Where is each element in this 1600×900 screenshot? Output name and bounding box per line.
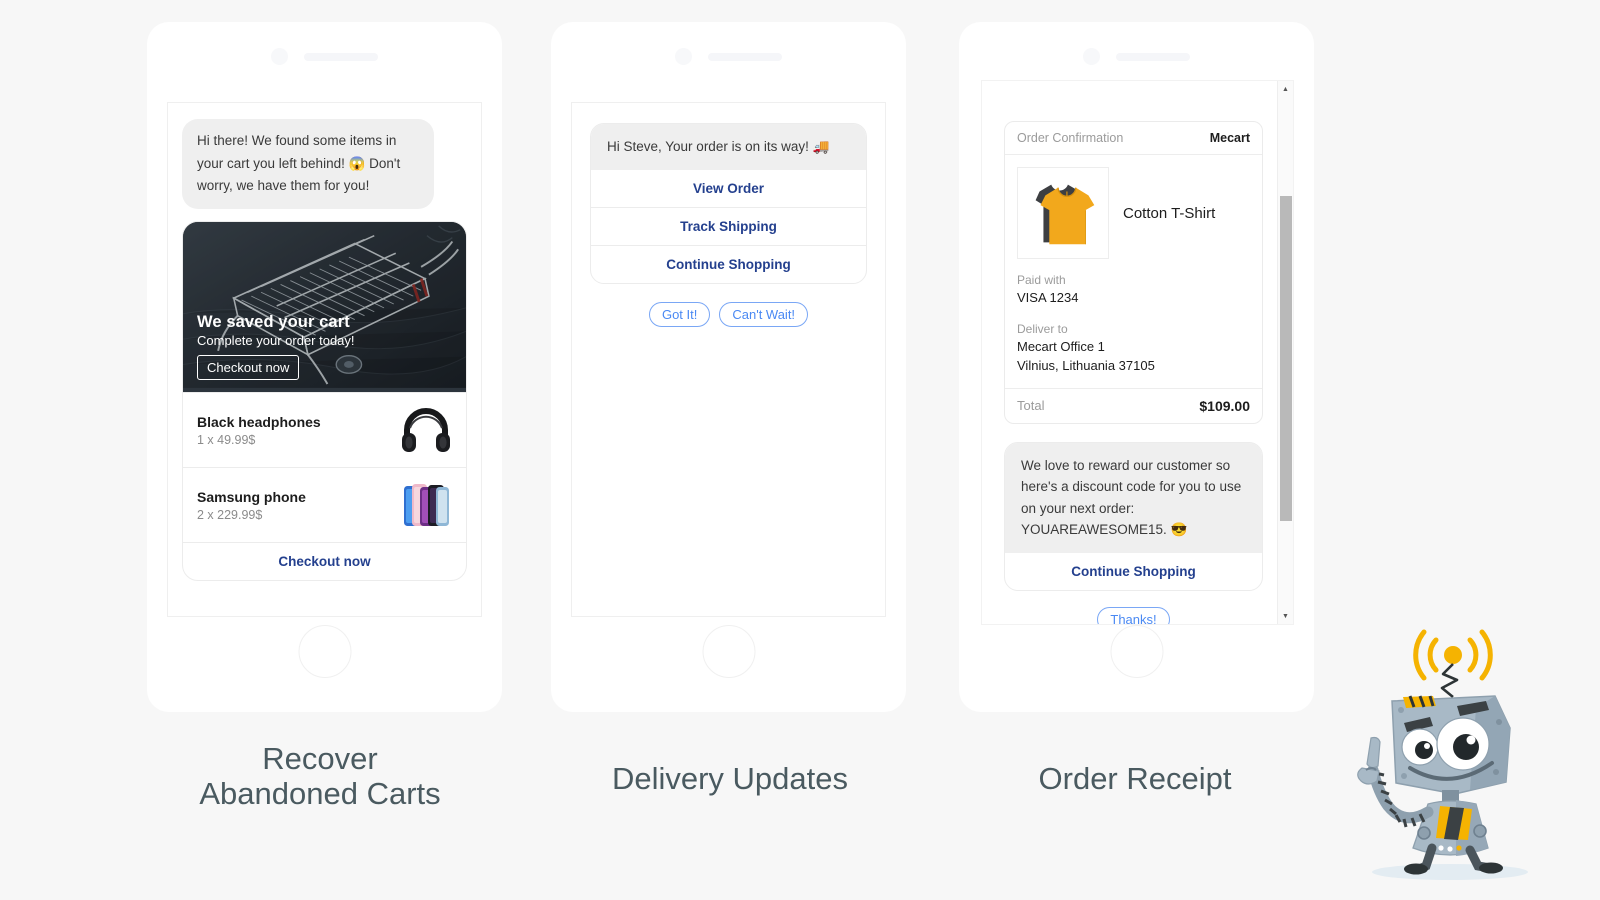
- scrollbar-track[interactable]: [1278, 97, 1293, 608]
- chat-viewport-recover: Hi there! We found some items in your ca…: [167, 102, 482, 617]
- phone-mockup-delivery-updates: Hi Steve, Your order is on its way! 🚚 Vi…: [551, 22, 906, 712]
- chat-viewport-receipt: Order Confirmation Mecart Cotton T-Shirt…: [981, 80, 1294, 625]
- caption-order-receipt: Order Receipt: [925, 761, 1345, 797]
- left-foot: [1404, 863, 1428, 875]
- caption-line-1: Recover: [262, 741, 378, 776]
- hero-title: We saved your cart: [197, 313, 350, 332]
- cotton-tshirt-icon: [1017, 167, 1109, 259]
- caption-recover-abandoned-carts: Recover Abandoned Carts: [110, 741, 530, 811]
- chat-viewport-delivery: Hi Steve, Your order is on its way! 🚚 Vi…: [571, 102, 886, 617]
- quick-reply-got-it[interactable]: Got It!: [648, 301, 711, 327]
- camera-icon: [1083, 48, 1100, 65]
- phone-top-bar: [147, 48, 502, 65]
- view-order-button[interactable]: View Order: [591, 170, 866, 207]
- quick-reply-thanks[interactable]: Thanks!: [1097, 606, 1170, 624]
- body-bolt-right: [1473, 824, 1487, 838]
- robot-hand: [1357, 767, 1380, 785]
- body-bolt-left: [1417, 826, 1431, 840]
- deliver-to-line-1: Mecart Office 1: [1017, 338, 1105, 354]
- paid-with-label: Paid with: [1017, 273, 1066, 287]
- total-value: $109.00: [1199, 397, 1250, 414]
- right-foot: [1479, 862, 1503, 874]
- body-warning-panel: [1436, 806, 1472, 840]
- delivery-greeting-bubble: Hi Steve, Your order is on its way! 🚚: [591, 124, 866, 170]
- discount-card: We love to reward our customer so here's…: [1004, 441, 1263, 591]
- cart-hero-image: We saved your cart Complete your order t…: [183, 222, 466, 393]
- continue-shopping-button[interactable]: Continue Shopping: [1005, 553, 1262, 590]
- receipt-header: Order Confirmation Mecart: [1005, 122, 1262, 155]
- checkout-now-button[interactable]: Checkout now: [183, 542, 466, 580]
- speaker-grille-icon: [1116, 52, 1190, 61]
- abandoned-cart-card: We saved your cart Complete your order t…: [182, 221, 467, 582]
- camera-icon: [271, 48, 288, 65]
- samsung-phone-icon: [404, 484, 449, 527]
- headphones-icon: [402, 408, 450, 453]
- receipt-item-row: Cotton T-Shirt: [1017, 167, 1250, 259]
- caption-delivery-updates: Delivery Updates: [520, 761, 940, 797]
- quick-reply-row: Thanks!: [1004, 606, 1263, 624]
- chat-scrollbar[interactable]: ▲ ▼: [1277, 81, 1293, 624]
- delivery-update-card: Hi Steve, Your order is on its way! 🚚 Vi…: [590, 123, 867, 284]
- phone-mockup-order-receipt: Order Confirmation Mecart Cotton T-Shirt…: [959, 22, 1314, 712]
- product-qty-price: 2 x 229.99$: [197, 507, 263, 522]
- product-name: Samsung phone: [197, 488, 306, 505]
- receipt-item-name: Cotton T-Shirt: [1123, 204, 1216, 222]
- head-warning-stripe: [1403, 695, 1436, 708]
- product-qty-price: 1 x 49.99$: [197, 432, 256, 447]
- scrollbar-thumb[interactable]: [1280, 196, 1292, 521]
- home-button[interactable]: [298, 625, 351, 678]
- paid-with-value: VISA 1234: [1017, 290, 1079, 305]
- product-row[interactable]: Black headphones 1 x 49.99$: [183, 392, 466, 467]
- speaker-grille-icon: [708, 52, 782, 61]
- caption-line-2: Abandoned Carts: [199, 775, 441, 811]
- mecart-robot-mascot: [1300, 600, 1600, 900]
- scroll-up-arrow-icon[interactable]: ▲: [1278, 81, 1293, 97]
- order-receipt-card: Order Confirmation Mecart Cotton T-Shirt…: [1004, 121, 1263, 424]
- discount-message-bubble: We love to reward our customer so here's…: [1005, 442, 1262, 553]
- scroll-down-arrow-icon[interactable]: ▼: [1278, 608, 1293, 624]
- robot-shadow: [1372, 864, 1528, 880]
- quick-reply-cant-wait[interactable]: Can't Wait!: [719, 301, 809, 327]
- track-shipping-button[interactable]: Track Shipping: [591, 206, 866, 245]
- home-button[interactable]: [1110, 625, 1163, 678]
- wifi-dot-icon: [1444, 646, 1462, 664]
- receipt-brand: Mecart: [1209, 131, 1250, 145]
- receipt-total-row: Total $109.00: [1005, 387, 1262, 423]
- camera-icon: [675, 48, 692, 65]
- continue-shopping-button[interactable]: Continue Shopping: [591, 244, 866, 283]
- robot-illustration: [1357, 629, 1528, 880]
- hero-text-block: We saved your cart Complete your order t…: [197, 313, 355, 381]
- phone-mockup-recover-abandoned-carts: Hi there! We found some items in your ca…: [147, 22, 502, 712]
- total-label: Total: [1017, 398, 1045, 414]
- antenna: [1440, 663, 1459, 699]
- caption-line-1: Delivery Updates: [611, 761, 849, 796]
- home-button[interactable]: [702, 625, 755, 678]
- phone-top-bar: [551, 48, 906, 65]
- caption-line-1: Order Receipt: [1038, 761, 1232, 796]
- product-name: Black headphones: [197, 413, 321, 430]
- speaker-grille-icon: [304, 52, 378, 61]
- receipt-header-label: Order Confirmation: [1017, 131, 1124, 145]
- receipt-paid-with: Paid with VISA 1234: [1017, 271, 1250, 308]
- phone-top-bar: [959, 48, 1314, 65]
- greeting-bubble: Hi there! We found some items in your ca…: [182, 119, 434, 210]
- deliver-to-line-2: Vilnius, Lithuania 37105: [1017, 357, 1155, 373]
- pointing-finger: [1366, 736, 1381, 769]
- quick-reply-row: Got It! Can't Wait!: [590, 301, 867, 327]
- receipt-deliver-to: Deliver to Mecart Office 1 Vilnius, Lith…: [1017, 320, 1250, 376]
- hero-subtitle: Complete your order today!: [197, 333, 355, 349]
- hero-checkout-button[interactable]: Checkout now: [197, 355, 300, 381]
- deliver-to-label: Deliver to: [1017, 321, 1068, 336]
- page-root: Hi there! We found some items in your ca…: [0, 0, 1600, 900]
- product-row[interactable]: Samsung phone 2 x 229.99$: [183, 467, 466, 542]
